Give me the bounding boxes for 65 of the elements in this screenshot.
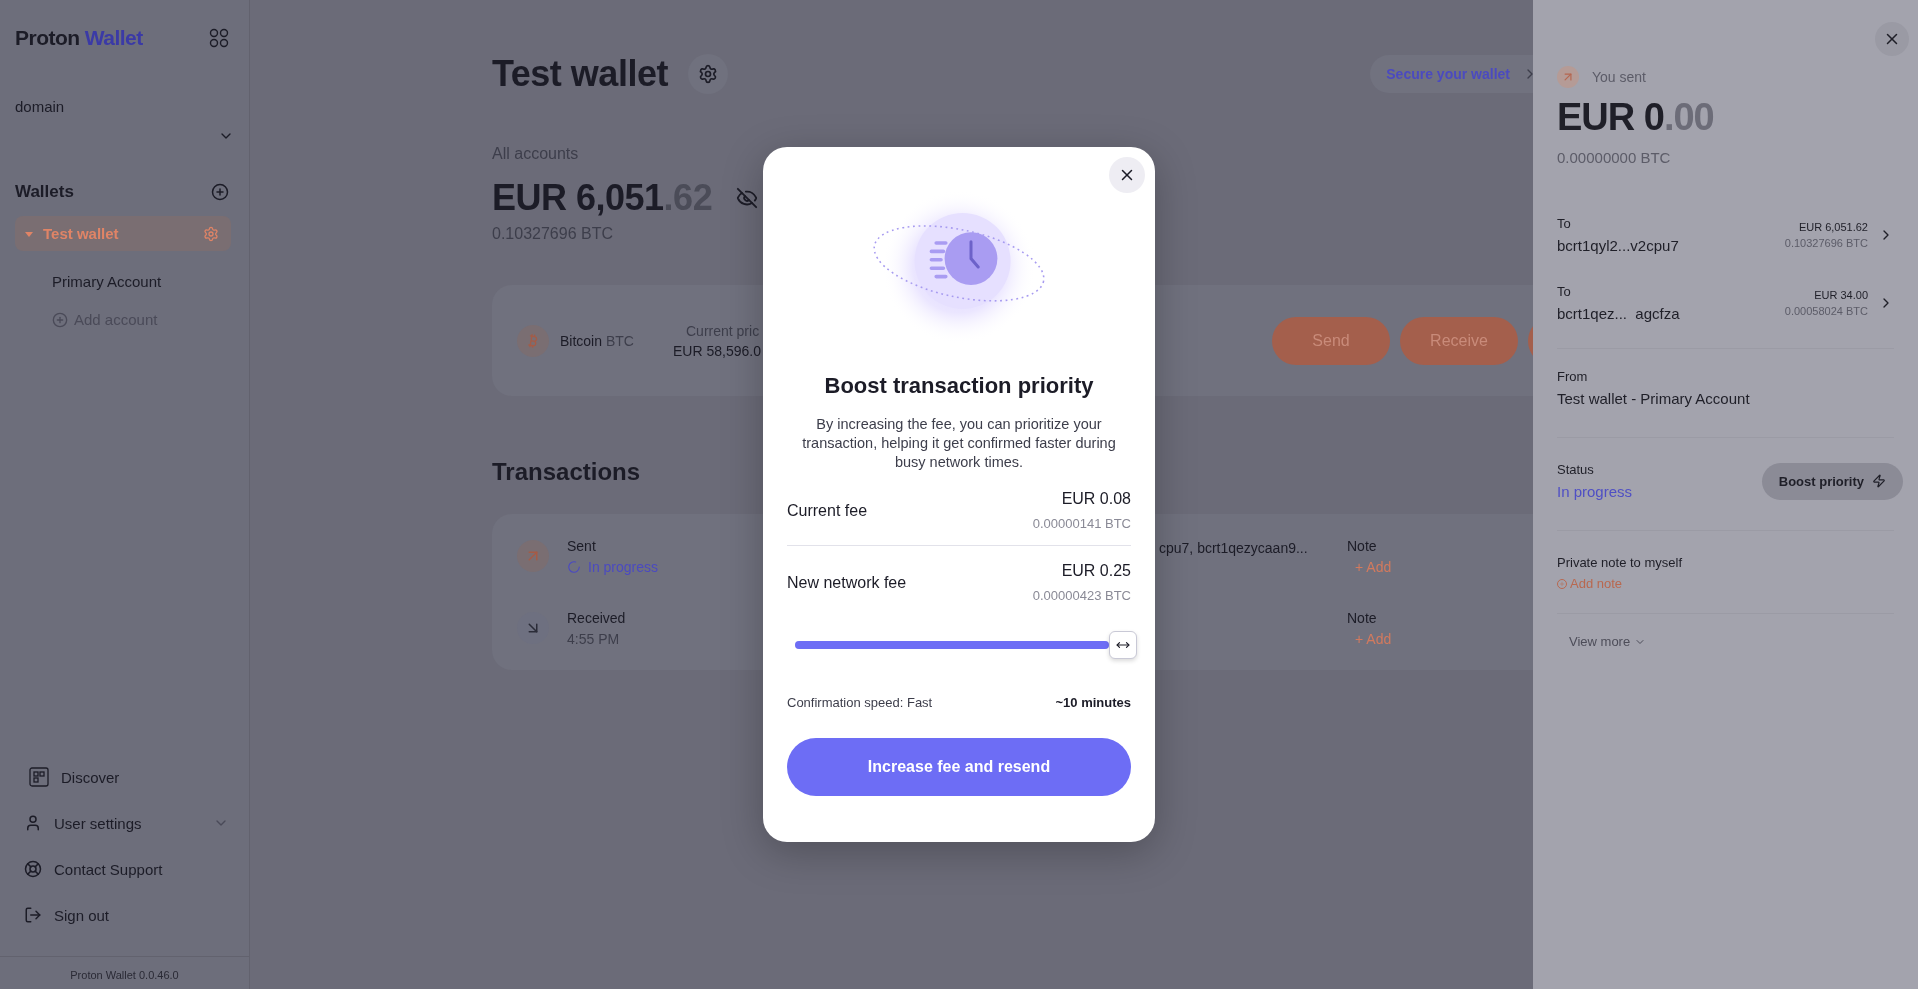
lightning-icon	[1872, 474, 1886, 488]
transaction-type: Sent	[567, 537, 596, 554]
dialog-description: By increasing the fee, you can prioritize your transaction, helping it get confirmed faster during busy network times.	[801, 415, 1117, 472]
sent-btc: 0.00000000 BTC	[1557, 149, 1672, 166]
fee-amount: EUR 0.25	[1061, 562, 1131, 580]
transactions-heading: Transactions	[492, 458, 641, 486]
wallets-heading: Wallets	[15, 182, 74, 202]
arrow-up-right-icon	[517, 540, 549, 572]
account-item[interactable]: Primary Account	[52, 273, 249, 290]
recipient-label: To	[1557, 284, 1572, 299]
recipient-amount: EUR 6,051.62	[1798, 221, 1868, 233]
from-label: From	[1557, 369, 1589, 384]
speed-label: Confirmation speed: Fast	[787, 695, 933, 710]
speed-value: ~10 minutes	[1055, 695, 1131, 710]
account-selector[interactable]: domain	[15, 98, 234, 144]
transaction-address: cpu7, bcrt1qezycaan9...	[1159, 540, 1309, 556]
hide-balance-icon[interactable]	[736, 187, 759, 209]
recipient-address: bcrt1qyl2...v2cpu7	[1557, 237, 1680, 254]
sent-label: You sent	[1592, 69, 1646, 85]
close-button[interactable]	[1109, 157, 1145, 193]
settings-button[interactable]	[687, 54, 728, 94]
note-label: Note	[1347, 537, 1377, 554]
dialog-title: Boost transaction priority	[823, 373, 1095, 399]
recipient-btc: 0.00058024 BTC	[1784, 305, 1868, 317]
user-icon	[24, 814, 42, 832]
apps-grid-icon[interactable]	[209, 28, 229, 48]
price-value: EUR 58,596.0	[673, 342, 761, 359]
fee-label: New network fee	[787, 573, 907, 592]
lifebuoy-icon	[24, 860, 42, 878]
slider-handle[interactable]	[1109, 631, 1137, 659]
nav-item[interactable]: Contact Support	[0, 846, 249, 892]
recipient-label: To	[1557, 216, 1572, 231]
transaction-type: Received	[567, 609, 626, 626]
note-label: Note	[1347, 609, 1377, 626]
nav-item[interactable]: User settings	[0, 800, 249, 846]
fee-btc: 0.00000423 BTC	[1032, 588, 1131, 603]
bitcoin-icon	[517, 324, 549, 357]
settings-icon	[697, 64, 718, 84]
close-button[interactable]	[1875, 22, 1909, 56]
from-value: Test wallet - Primary Account	[1557, 390, 1751, 407]
wallet-item[interactable]: Test wallet	[15, 216, 231, 251]
recipient-address: bcrt1qez... agcfza	[1557, 305, 1681, 322]
sign-out-icon	[24, 906, 42, 924]
fee-slider[interactable]	[795, 631, 1137, 659]
transaction-status: In progress	[567, 558, 659, 575]
status-label: Status	[1557, 462, 1595, 477]
arrow-up-right-icon	[1557, 66, 1579, 88]
boost-priority-button[interactable]: Boost priority	[1761, 462, 1903, 500]
increase-fee-button[interactable]: Increase fee and resend	[787, 738, 1131, 796]
dashboard-icon	[29, 767, 49, 787]
wallet-title: Test wallet	[492, 53, 668, 95]
fee-btc: 0.00000141 BTC	[1032, 516, 1131, 531]
recipient-amount: EUR 34.00	[1814, 289, 1868, 301]
status-value: In progress	[1557, 483, 1634, 500]
fee-label: Current fee	[787, 501, 868, 520]
recipient-btc: 0.10327696 BTC	[1784, 237, 1868, 249]
add-icon[interactable]	[211, 183, 229, 201]
note-label: Private note to myself	[1557, 555, 1683, 570]
nav-item[interactable]: Discover	[0, 754, 249, 800]
spinner-icon	[567, 559, 581, 574]
view-more-link[interactable]: View more	[1557, 634, 1647, 649]
add-icon	[52, 311, 68, 328]
nav-item[interactable]: Sign out	[0, 892, 249, 938]
fee-amount: EUR 0.08	[1061, 490, 1131, 508]
version-text: Proton Wallet 0.0.46.0	[0, 956, 249, 989]
